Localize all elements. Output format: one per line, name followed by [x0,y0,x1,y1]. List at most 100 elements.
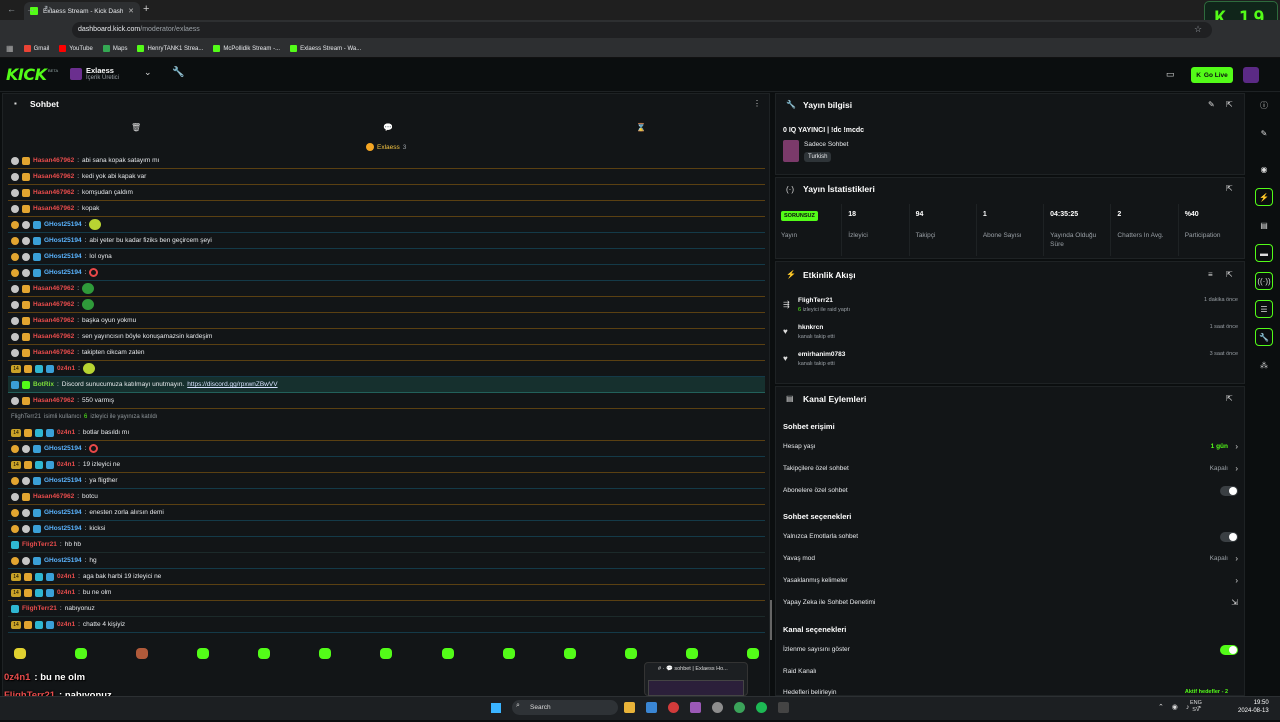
kick-logo[interactable]: KICK [6,65,47,84]
chat-mode-icon[interactable]: 💬 [383,123,393,132]
chat-message[interactable]: 14 0z4n1:19 izleyici ne [8,457,765,473]
chat-message[interactable]: FlighTerr21: hb hb [8,537,765,553]
moderator-badge-icon[interactable] [11,172,19,181]
chat-username[interactable]: Hasan467962 [33,157,74,164]
chat-username[interactable]: Hasan467962 [33,493,74,500]
chat-username[interactable]: GHost25194 [44,253,82,260]
gifter-badge-icon[interactable] [35,572,43,581]
verified-badge-icon[interactable] [46,620,54,629]
followers-only-row[interactable]: Takipçilere özel sohbet Kapalı › [783,464,1238,477]
subscriber-badge-icon[interactable] [22,172,30,181]
activity-event[interactable]: ♥ hknkrcn kanalı takip etti 1 saat önce [783,324,1238,348]
moderator-badge-icon[interactable] [11,316,19,325]
app-icon[interactable] [690,702,701,713]
bookmark-item[interactable]: Exlaess Stream - Wa... [290,45,361,52]
chat-message[interactable]: Hasan467962: komşudan çaldım [8,185,765,201]
filter-icon[interactable]: ≡ [1208,270,1213,279]
go-live-button[interactable]: K Go Live [1191,67,1233,83]
chat-message[interactable]: GHost25194: [8,265,765,281]
moderator-badge-icon[interactable] [22,444,30,453]
chat-username[interactable]: GHost25194 [44,477,82,484]
spotify-icon[interactable] [756,702,767,713]
chat-message[interactable]: 14 0z4n1: botlar basıldı mı [8,425,765,441]
chat-message[interactable]: FlighTerr21: nabıyonuz [8,601,765,617]
chat-message[interactable]: GHost25194: abi yeter bu kadar fiziks ben… [8,233,765,249]
founder-badge-icon[interactable] [11,476,19,485]
founder-badge-icon[interactable] [11,252,19,261]
server-icon[interactable]: ☰ [1255,300,1273,318]
moderator-badge-icon[interactable] [11,156,19,165]
subscriber-badge-icon[interactable] [22,348,30,357]
chat-link[interactable]: https://discord.gg/rpxwnZBwVV [187,381,277,388]
stream-category[interactable]: Sadece Sohbet [804,141,848,148]
sub-months-badge[interactable]: 14 [11,588,21,597]
sub-months-badge[interactable]: 14 [11,572,21,581]
chat-username[interactable]: 0z4n1 [57,429,75,436]
quick-emote-icon[interactable] [136,648,149,659]
user-avatar[interactable] [1243,67,1259,83]
subscriber-badge-icon[interactable] [22,284,30,293]
chat-username[interactable]: Hasan467962 [33,301,74,308]
chat-username[interactable]: Hasan467962 [33,397,74,404]
quick-emote-icon[interactable] [441,648,454,659]
chat-username[interactable]: Hasan467962 [33,333,74,340]
chat-message[interactable]: GHost25194: enesten zorla alırsın demi [8,505,765,521]
quick-emote-icon[interactable] [624,648,637,659]
chat-message[interactable]: Hasan467962: abi sana kopak satayım mı [8,153,765,169]
verified-badge-icon[interactable] [33,220,41,229]
wrench-icon[interactable]: 🔧 [172,67,184,78]
chat-username[interactable]: 0z4n1 [57,621,75,628]
verified-badge-icon[interactable] [46,460,54,469]
moderator-badge-icon[interactable] [11,396,19,405]
moderator-badge-icon[interactable] [22,268,30,277]
activity-event[interactable]: ♥ emirhanim0783 kanalı takip etti 3 saat ön… [783,351,1238,375]
chrome-icon[interactable] [734,702,745,713]
chat-message[interactable]: Hasan467962: [8,281,765,297]
chat-username[interactable]: 0z4n1 [57,573,75,580]
verified-badge-icon[interactable] [11,380,19,389]
store-icon[interactable] [646,702,657,713]
pinned-user-indicator[interactable]: Exlaess 3 [366,143,406,151]
chat-message[interactable]: Hasan467962: takipten cikcam zaten [8,345,765,361]
founder-badge-icon[interactable] [11,444,19,453]
verified-badge-icon[interactable] [33,268,41,277]
subscriber-badge-icon[interactable] [24,588,32,597]
chevron-down-icon[interactable]: ⌄ [144,67,152,78]
chat-message[interactable]: GHost25194: hg [8,553,765,569]
chat-username[interactable]: FlighTerr21 [22,605,57,612]
chat-username[interactable]: 0z4n1 [57,461,75,468]
browser-tab-active[interactable]: Exlaess Stream - Kick Dashboard ✕ [24,2,140,20]
chat-message[interactable]: 14 0z4n1: chatte 4 kişiyiz [8,617,765,633]
quick-emote-icon[interactable] [14,648,26,659]
chat-username[interactable]: BotRix [33,381,54,388]
chat-username[interactable]: GHost25194 [44,269,82,276]
subscriber-badge-icon[interactable] [22,156,30,165]
founder-badge-icon[interactable] [11,508,19,517]
apps-grid-icon[interactable]: ▦ [6,44,14,53]
trash-icon[interactable]: 🗑 [131,123,141,132]
back-arrow-icon[interactable]: ← [7,4,16,14]
moderator-badge-icon[interactable] [11,332,19,341]
chat-scrollbar[interactable] [770,600,772,640]
bookmark-item[interactable]: Gmail [23,45,49,52]
bookmark-item[interactable]: YouTube [59,45,93,52]
moderator-badge-icon[interactable] [22,524,30,533]
bookmark-star-icon[interactable]: ☆ [1194,24,1202,35]
event-user[interactable]: emirhanim0783 [798,351,845,358]
verified-badge-icon[interactable] [33,236,41,245]
forward-arrow-icon[interactable]: → [26,4,35,14]
chat-message[interactable]: GHost25194: [8,217,765,233]
founder-badge-icon[interactable] [11,236,19,245]
subscriber-badge-icon[interactable] [22,188,30,197]
subscriber-badge-icon[interactable] [22,332,30,341]
verified-badge-icon[interactable] [46,428,54,437]
chat-icon[interactable]: ▬ [1255,244,1273,262]
chat-message[interactable]: Hasan467962:550 varmış [8,393,765,409]
subscriber-badge-icon[interactable] [24,364,32,373]
chat-username[interactable]: Hasan467962 [33,349,74,356]
quick-emote-icon[interactable] [197,648,210,659]
quick-emote-icon[interactable] [685,648,698,659]
moderator-badge-icon[interactable] [11,300,19,309]
chat-message[interactable]: Hasan467962: [8,297,765,313]
bookmark-item[interactable]: McPollidik Stream -... [213,45,280,52]
